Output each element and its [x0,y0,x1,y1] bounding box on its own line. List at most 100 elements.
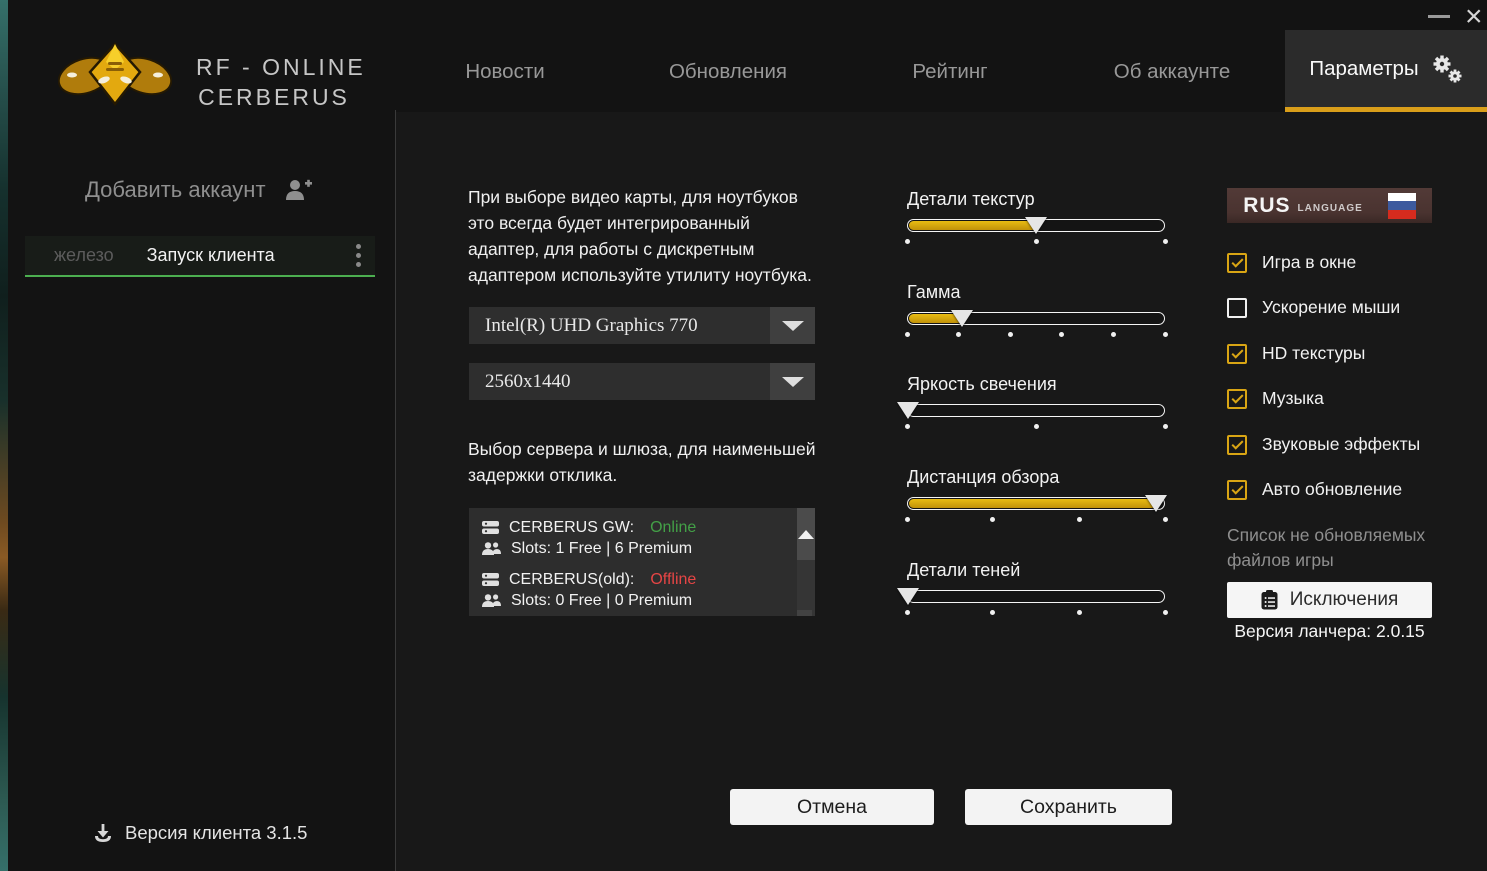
slider-track[interactable] [907,219,1165,232]
checkbox-label: Звуковые эффекты [1262,434,1420,455]
checkbox-icon [1227,435,1247,455]
server-item-cerberus-old[interactable]: CERBERUS(old): Offline Slots: 0 Free | 0… [482,569,782,611]
server-note: Выбор сервера и шлюза, для наименьшей за… [468,436,820,488]
slider-thumb[interactable] [1145,495,1167,512]
account-tabs-row: железо Запуск клиента [25,236,375,277]
server-icon [482,521,499,535]
slider-label: Детали текстур [907,189,1165,210]
gpu-select[interactable]: Intel(R) UHD Graphics 770 [469,307,815,344]
slider-thumb[interactable] [951,310,973,327]
client-version: Версия клиента 3.1.5 [93,822,307,844]
slider-track[interactable] [907,312,1165,325]
slider-track[interactable] [907,404,1165,417]
exclusions-caption: Список не обновляемых файлов игры [1227,523,1437,573]
arrow-up-icon [798,530,814,539]
scrollbar-bottom-cap [797,610,812,616]
slider-view-distance: Дистанция обзора [907,467,1165,537]
tab-hardware[interactable]: железо [54,245,114,266]
slider-fill [909,221,1037,230]
language-caption: LANGUAGE [1298,203,1363,214]
people-icon [482,542,501,555]
save-button[interactable]: Сохранить [965,789,1172,825]
checkbox-windowed-mode[interactable]: Игра в окне [1227,252,1356,273]
checkbox-mouse-acceleration[interactable]: Ускорение мыши [1227,297,1400,318]
download-icon [93,823,113,843]
slider-label: Гамма [907,282,1165,303]
checkbox-hd-textures[interactable]: HD текстуры [1227,343,1365,364]
nav-tab-rating[interactable]: Рейтинг [912,60,987,84]
kebab-menu-icon[interactable] [356,244,361,267]
slider-glow-brightness: Яркость свечения [907,374,1165,444]
brand-title: RF - ONLINE CERBERUS [196,52,352,112]
checkbox-label: Авто обновление [1262,479,1402,500]
slider-ticks [907,517,1165,523]
checkbox-auto-update[interactable]: Авто обновление [1227,479,1402,500]
cancel-button[interactable]: Отмена [730,789,934,825]
chevron-down-icon [782,321,804,331]
checkbox-sound-effects[interactable]: Звуковые эффекты [1227,434,1420,455]
nav-tab-settings-label: Параметры [1309,57,1418,81]
server-list-scrollbar[interactable] [797,508,815,616]
server-status: Offline [650,571,696,589]
server-name: CERBERUS(old): [509,571,634,589]
slider-thumb[interactable] [897,588,919,605]
language-code: RUS [1243,194,1290,218]
client-version-label: Версия клиента 3.1.5 [125,822,307,844]
slider-ticks [907,332,1165,338]
nav-tab-updates[interactable]: Обновления [669,60,787,84]
checkbox-icon [1227,253,1247,273]
people-icon [482,594,501,607]
gpu-select-value: Intel(R) UHD Graphics 770 [469,307,770,344]
slider-label: Дистанция обзора [907,467,1165,488]
close-button[interactable]: × [1465,0,1487,34]
slider-ticks [907,239,1165,245]
person-add-icon [284,178,312,202]
nav-tab-settings-active[interactable]: Параметры [1285,30,1487,112]
cerberus-logo-icon [58,42,172,106]
checkbox-icon [1227,298,1247,318]
checkbox-label: Игра в окне [1262,252,1356,273]
sidebar-divider [395,110,396,871]
checkbox-label: Ускорение мыши [1262,297,1400,318]
gears-icon [1430,53,1463,84]
russian-flag-icon [1388,193,1416,219]
scroll-up-button[interactable] [797,508,815,560]
gpu-select-arrow-button[interactable] [770,307,815,344]
launcher-version: Версия ланчера: 2.0.15 [1227,621,1432,642]
slider-fill [909,499,1157,508]
checkbox-label: HD текстуры [1262,343,1365,364]
exclusions-button-label: Исключения [1290,589,1398,611]
slider-ticks [907,610,1165,616]
server-name: CERBERUS GW: [509,519,634,537]
server-slots: Slots: 0 Free | 0 Premium [511,592,692,610]
tab-launch-client[interactable]: Запуск клиента [147,245,275,266]
clipboard-list-icon [1261,590,1278,610]
nav-tab-account[interactable]: Об аккаунте [1114,60,1230,84]
background-art-strip [0,0,8,871]
server-status: Online [650,519,696,537]
exclusions-button[interactable]: Исключения [1227,582,1432,618]
slider-thumb[interactable] [1025,217,1047,234]
checkbox-icon [1227,480,1247,500]
video-adapter-note: При выборе видео карты, для ноутбуков эт… [468,184,820,288]
slider-label: Детали теней [907,560,1165,581]
resolution-select[interactable]: 2560x1440 [469,363,815,400]
checkbox-label: Музыка [1262,388,1324,409]
slider-track[interactable] [907,590,1165,603]
minimize-button[interactable] [1428,15,1450,18]
checkbox-icon [1227,389,1247,409]
slider-texture-detail: Детали текстур [907,189,1165,259]
nav-tab-news[interactable]: Новости [465,60,544,84]
slider-gamma: Гамма [907,282,1165,352]
resolution-select-arrow-button[interactable] [770,363,815,400]
slider-ticks [907,424,1165,430]
launcher-window: × RF - ONLINE CERBERUS Новости Обновлени… [0,0,1487,871]
checkbox-music[interactable]: Музыка [1227,388,1324,409]
add-account-button[interactable]: Добавить аккаунт [85,177,312,203]
slider-thumb[interactable] [897,402,919,419]
slider-track[interactable] [907,497,1165,510]
server-slots: Slots: 1 Free | 6 Premium [511,540,692,558]
checkbox-icon [1227,344,1247,364]
server-item-cerberus-gw[interactable]: CERBERUS GW: Online Slots: 1 Free | 6 Pr… [482,517,782,559]
language-button[interactable]: RUS LANGUAGE [1227,188,1432,223]
